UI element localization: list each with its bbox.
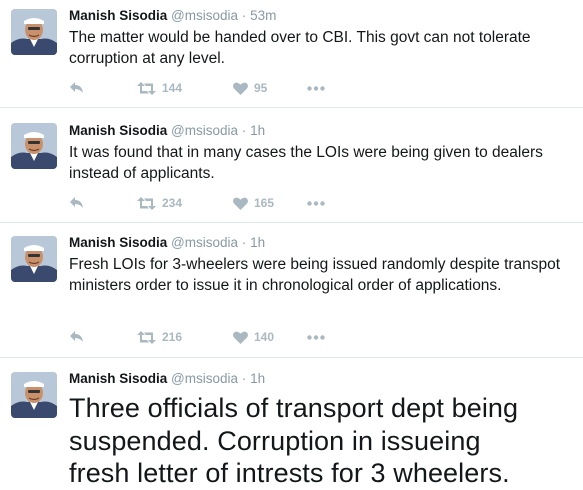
retweet-count: 216 [162, 330, 183, 344]
tweet[interactable]: Manish Sisodia @msisodia · 1h Fresh LOIs… [0, 223, 583, 358]
tweet-header: Manish Sisodia @msisodia · 1h [69, 122, 571, 140]
author-name[interactable]: Manish Sisodia [69, 123, 167, 138]
tweet-header: Manish Sisodia @msisodia · 1h [69, 234, 571, 252]
tweet-text: Fresh LOIs for 3-wheelers were being iss… [69, 256, 561, 294]
more-icon [307, 200, 325, 206]
tweet-text: The matter would be handed over to CBI. … [69, 29, 531, 67]
more-icon [307, 85, 325, 91]
tweet-header: Manish Sisodia @msisodia · 1h [69, 370, 545, 388]
retweet-icon [137, 330, 156, 344]
reply-button[interactable] [69, 81, 137, 95]
timestamp[interactable]: 1h [250, 123, 265, 138]
like-count: 140 [254, 330, 275, 344]
author-handle[interactable]: @msisodia [171, 371, 238, 386]
avatar[interactable] [11, 123, 57, 169]
timestamp[interactable]: 1h [250, 235, 265, 250]
tweet[interactable]: Manish Sisodia @msisodia · 1h Three offi… [0, 358, 583, 490]
tweet[interactable]: Manish Sisodia @msisodia · 1h It was fou… [0, 108, 583, 223]
separator: · [241, 371, 247, 386]
like-button[interactable]: 140 [233, 330, 307, 344]
retweet-icon [137, 81, 156, 95]
separator: · [241, 235, 247, 250]
author-name[interactable]: Manish Sisodia [69, 8, 167, 23]
heart-icon [233, 331, 248, 344]
author-name[interactable]: Manish Sisodia [69, 371, 167, 386]
retweet-count: 234 [162, 196, 183, 210]
tweet[interactable]: Manish Sisodia @msisodia · 53m The matte… [0, 0, 583, 108]
heart-icon [233, 82, 248, 95]
tweet-header: Manish Sisodia @msisodia · 53m [69, 7, 571, 25]
like-count: 165 [254, 196, 275, 210]
retweet-count: 144 [162, 81, 183, 95]
reply-icon [69, 81, 85, 95]
tweet-actions: 234 165 [69, 196, 325, 210]
author-handle[interactable]: @msisodia [171, 123, 238, 138]
tweet-text: It was found that in many cases the LOIs… [69, 144, 543, 182]
tweet-actions: 144 95 [69, 81, 325, 95]
more-button[interactable] [307, 85, 325, 91]
avatar[interactable] [11, 236, 57, 282]
reply-button[interactable] [69, 330, 137, 344]
timestamp[interactable]: 53m [250, 8, 276, 23]
author-handle[interactable]: @msisodia [171, 8, 238, 23]
reply-button[interactable] [69, 196, 137, 210]
heart-icon [233, 197, 248, 210]
author-handle[interactable]: @msisodia [171, 235, 238, 250]
more-button[interactable] [307, 334, 325, 340]
separator: · [241, 123, 247, 138]
like-count: 95 [254, 81, 268, 95]
more-button[interactable] [307, 200, 325, 206]
tweet-text: Three officials of transport dept being … [69, 393, 519, 488]
like-button[interactable]: 95 [233, 81, 307, 95]
more-icon [307, 334, 325, 340]
avatar[interactable] [11, 372, 57, 418]
timestamp[interactable]: 1h [250, 371, 265, 386]
retweet-button[interactable]: 144 [137, 81, 233, 95]
retweet-button[interactable]: 216 [137, 330, 233, 344]
avatar[interactable] [11, 9, 57, 55]
tweet-actions: 216 140 [69, 330, 325, 344]
reply-icon [69, 196, 85, 210]
like-button[interactable]: 165 [233, 196, 307, 210]
separator: · [241, 8, 247, 23]
retweet-button[interactable]: 234 [137, 196, 233, 210]
retweet-icon [137, 196, 156, 210]
reply-icon [69, 330, 85, 344]
author-name[interactable]: Manish Sisodia [69, 235, 167, 250]
